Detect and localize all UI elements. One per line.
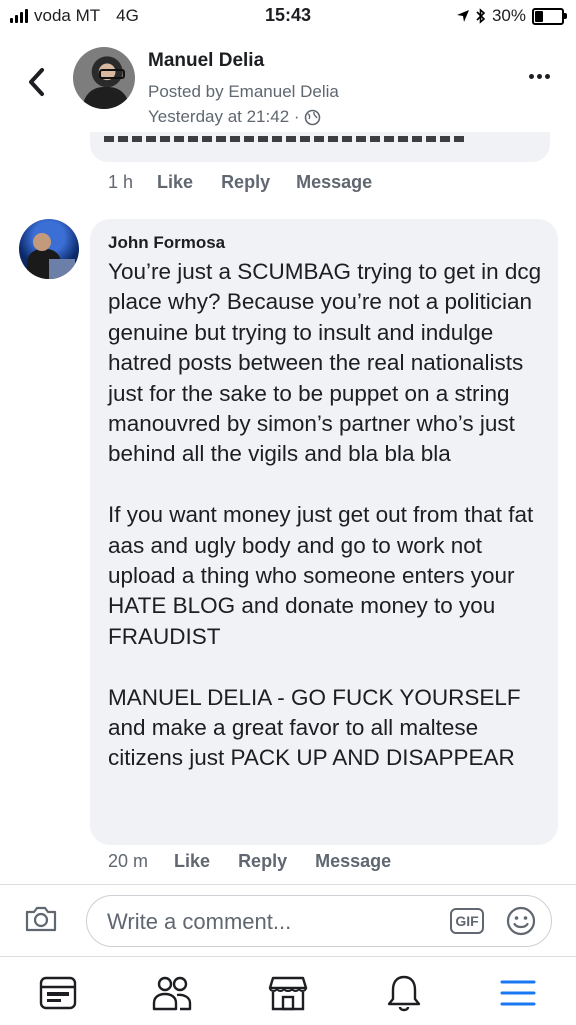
comment-paragraph: If you want money just get out from that…: [108, 502, 534, 649]
comment-text: You’re just a SCUMBAG trying to get in d…: [108, 257, 550, 774]
more-options-icon[interactable]: [529, 74, 550, 79]
reply-button[interactable]: Reply: [221, 172, 270, 193]
battery-icon: [532, 7, 567, 25]
back-arrow-icon[interactable]: [22, 62, 52, 102]
comment-paragraph: MANUEL DELIA - GO FUCK YOURSELF and make…: [108, 684, 521, 771]
gif-button[interactable]: GIF: [450, 908, 484, 934]
globe-icon: [304, 109, 320, 125]
status-bar: voda MT 4G 15:43 30%: [0, 0, 576, 34]
notifications-bell-icon[interactable]: [384, 973, 424, 1013]
commenter-avatar[interactable]: [19, 219, 79, 279]
comment-input[interactable]: Write a comment... GIF: [86, 895, 552, 947]
message-button[interactable]: Message: [296, 172, 372, 193]
comment-author[interactable]: John Formosa: [108, 233, 225, 253]
comment-age: 20 m: [108, 851, 149, 871]
post-header: Manuel Delia Posted by Emanuel Delia Yes…: [0, 34, 576, 144]
friends-icon[interactable]: [152, 973, 192, 1013]
location-arrow-icon: [456, 10, 469, 22]
comment-composer: Write a comment... GIF: [0, 884, 576, 957]
comment-input-placeholder: Write a comment...: [107, 909, 292, 934]
sticker-smiley-icon[interactable]: [505, 905, 537, 937]
previous-comment-age: 1 h: [108, 172, 134, 192]
previous-comment-actions: 1 h Like Reply Message: [108, 172, 372, 193]
post-time-label: Yesterday at 21:42 ·: [148, 107, 300, 126]
post-author-name[interactable]: Manuel Delia: [148, 50, 264, 72]
marketplace-icon[interactable]: [268, 973, 308, 1013]
battery-percent: 30%: [491, 6, 526, 25]
post-timestamp: Yesterday at 21:42 ·: [148, 107, 321, 127]
previous-comment-bubble: [90, 132, 550, 162]
message-button[interactable]: Message: [315, 851, 391, 872]
camera-icon[interactable]: [24, 905, 58, 933]
menu-icon[interactable]: [498, 973, 538, 1013]
reply-button[interactable]: Reply: [238, 851, 287, 872]
news-feed-icon[interactable]: [38, 973, 78, 1013]
comment-actions: 20 m Like Reply Message: [108, 851, 391, 872]
status-right: 30%: [456, 6, 567, 26]
like-button[interactable]: Like: [174, 851, 210, 872]
comment-bubble: John Formosa You’re just a SCUMBAG tryin…: [90, 219, 558, 845]
like-button[interactable]: Like: [157, 172, 193, 193]
author-avatar[interactable]: [73, 47, 135, 109]
posted-by-label: Posted by Emanuel Delia: [148, 82, 339, 101]
bluetooth-icon: [476, 8, 486, 24]
comment-paragraph: You’re just a SCUMBAG trying to get in d…: [108, 259, 542, 467]
bottom-tab-bar: [0, 956, 576, 1025]
